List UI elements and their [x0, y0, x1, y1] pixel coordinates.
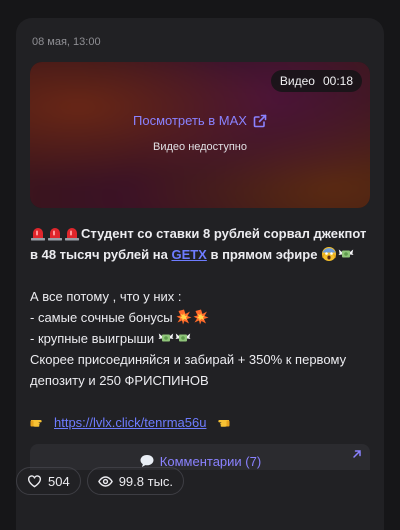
post-headline-text-2a: в 48 тысяч рублей на — [30, 247, 172, 262]
reactions-bar: 504 99.8 тыс. — [16, 467, 185, 495]
video-unavailable-text: Видео недоступно — [153, 141, 247, 153]
post-headline-text-1: Студент со ставки 8 рублей сорвал джекпо… — [81, 226, 367, 241]
post-text: Студент со ставки 8 рублей сорвал джекпо… — [30, 223, 375, 433]
getx-link[interactable]: GETX — [171, 247, 206, 262]
message-timestamp: 08 мая, 13:00 — [32, 36, 101, 48]
post-headline-line-2: в 48 тысяч рублей на GETX в прямом эфире — [30, 244, 375, 265]
siren-icon — [65, 228, 79, 241]
watch-in-max-link[interactable]: Посмотреть в MAX — [133, 113, 267, 128]
post-headline-text-2b: в прямом эфире — [206, 247, 322, 262]
post-reason-line: А все потому , что у них : — [30, 289, 182, 304]
post-headline-line-1: Студент со ставки 8 рублей сорвал джекпо… — [30, 223, 375, 244]
collision-icon — [176, 309, 192, 325]
siren-icon — [31, 228, 45, 241]
post-bonus-line: - самые сочные бонусы — [30, 307, 375, 328]
siren-icon — [48, 228, 62, 241]
collision-icon — [193, 309, 209, 325]
like-button[interactable]: 504 — [16, 467, 81, 495]
post-wins-line: - крупные выигрыши — [30, 328, 375, 349]
watch-in-max-label: Посмотреть в MAX — [133, 113, 247, 128]
post-url-line: https://lvlx.click/tenrma56u — [30, 412, 375, 433]
video-badge-label: Видео — [279, 74, 315, 88]
point-right-icon — [30, 420, 42, 427]
promo-url-link[interactable]: https://lvlx.click/tenrma56u — [54, 415, 206, 430]
money-wings-icon — [338, 249, 354, 258]
video-duration-badge: Видео 00:18 — [270, 70, 362, 92]
video-duration: 00:18 — [322, 74, 353, 88]
arrow-up-right-icon — [353, 450, 361, 458]
eye-icon — [97, 475, 113, 487]
video-overlay: Посмотреть в MAX Видео недоступно — [30, 113, 370, 153]
post-wins-text: - крупные выигрыши — [30, 331, 158, 346]
post-join-line-1: Скорее присоединяйся и забирай + 350% к … — [30, 352, 347, 367]
like-count: 504 — [48, 473, 70, 489]
views-count: 99.8 тыс. — [118, 473, 174, 489]
post-join-line-2: депозиту и 250 ФРИСПИНОВ — [30, 373, 209, 388]
video-player[interactable]: Видео 00:18 Посмотреть в MAX Видео недос… — [30, 62, 370, 208]
external-link-icon — [253, 114, 267, 127]
money-wings-icon — [175, 333, 191, 342]
scream-face-icon — [321, 247, 337, 261]
point-left-icon — [218, 420, 230, 427]
message-card: 08 мая, 13:00 Видео 00:18 Посмотреть в M… — [16, 18, 384, 530]
views-counter: 99.8 тыс. — [86, 467, 185, 495]
heart-icon — [27, 474, 42, 487]
post-bonus-text: - самые сочные бонусы — [30, 310, 177, 325]
money-wings-icon — [158, 333, 174, 342]
